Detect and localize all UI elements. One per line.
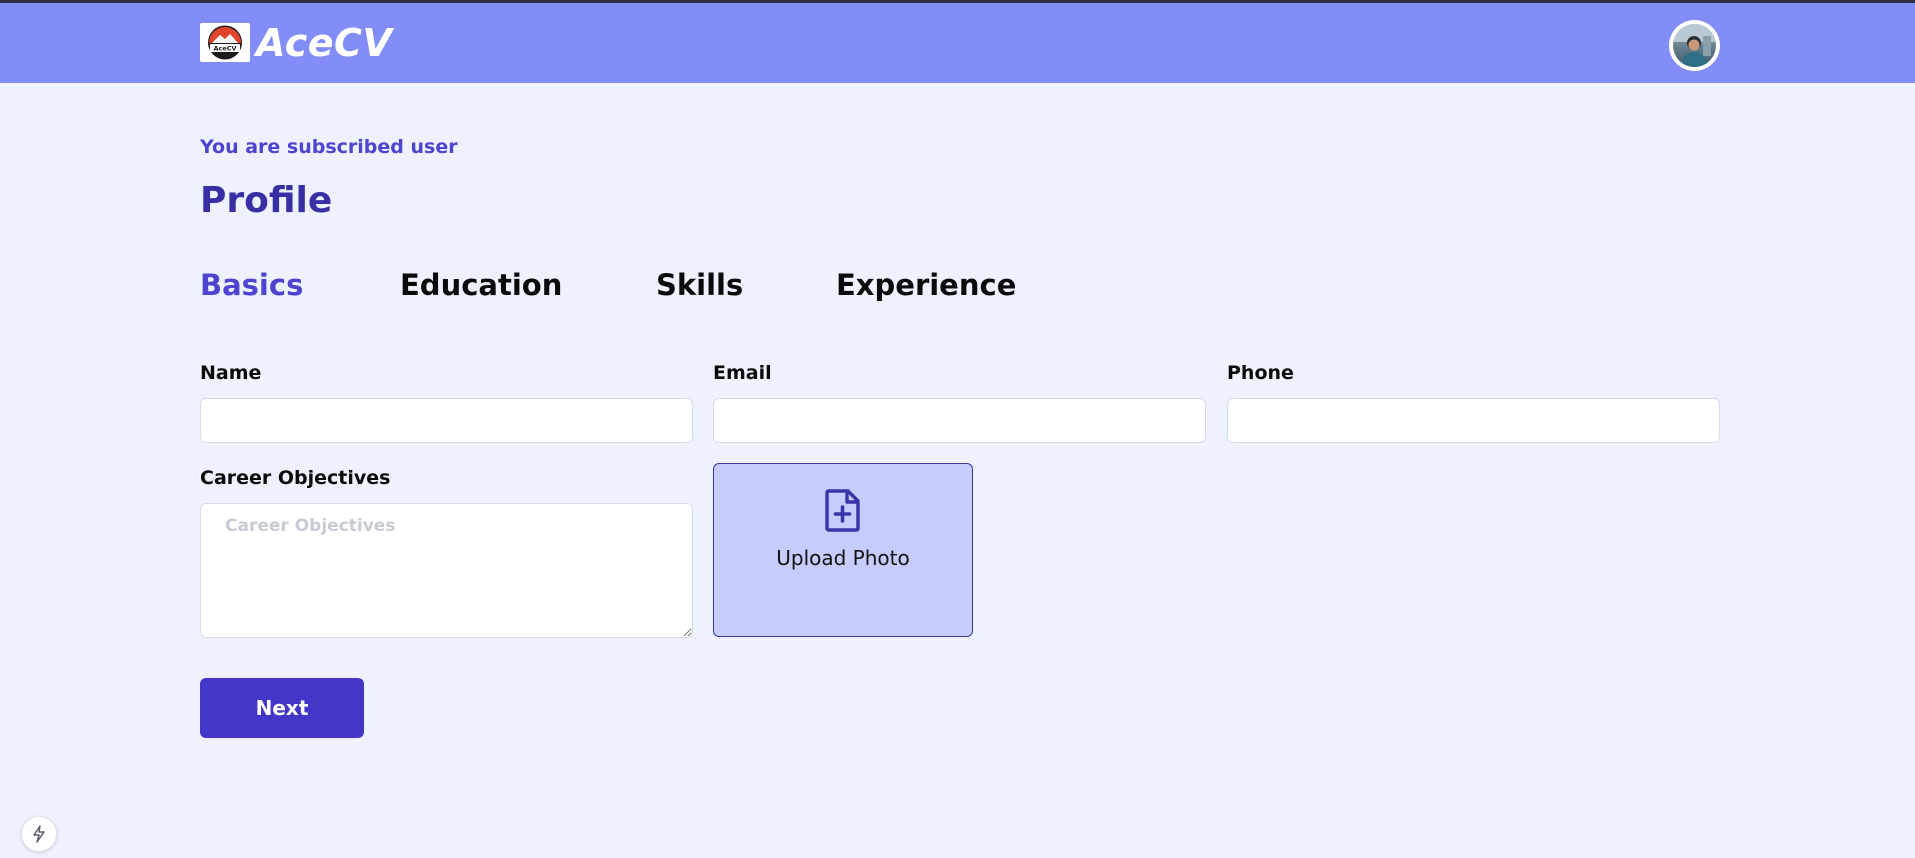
lightning-icon [33,825,45,843]
upload-photo-label: Upload Photo [776,546,910,570]
next-button[interactable]: Next [200,678,364,738]
logo[interactable]: AceCV [200,23,250,62]
subscription-status: You are subscribed user [200,136,458,158]
brand-name[interactable]: AceCV [256,18,392,68]
user-avatar[interactable] [1669,20,1720,71]
phone-label: Phone [1227,362,1294,384]
tab-basics[interactable]: Basics [200,268,303,302]
name-field[interactable] [200,398,693,443]
logo-emblem-icon: AceCV [208,25,242,60]
page-title: Profile [200,180,333,221]
devtools-button[interactable] [21,816,57,852]
career-objectives-label: Career Objectives [200,467,391,489]
avatar-photo [1673,24,1716,67]
tab-experience[interactable]: Experience [836,268,1016,302]
tab-skills[interactable]: Skills [656,268,743,302]
phone-field[interactable] [1227,398,1720,443]
email-field[interactable] [713,398,1206,443]
app-header: AceCV AceCV [0,3,1915,83]
career-objectives-field[interactable] [200,503,693,638]
name-label: Name [200,362,262,384]
email-label: Email [713,362,772,384]
file-plus-icon [825,489,860,532]
svg-text:AceCV: AceCV [213,45,236,53]
tab-education[interactable]: Education [400,268,562,302]
upload-photo-button[interactable]: Upload Photo [713,463,973,637]
